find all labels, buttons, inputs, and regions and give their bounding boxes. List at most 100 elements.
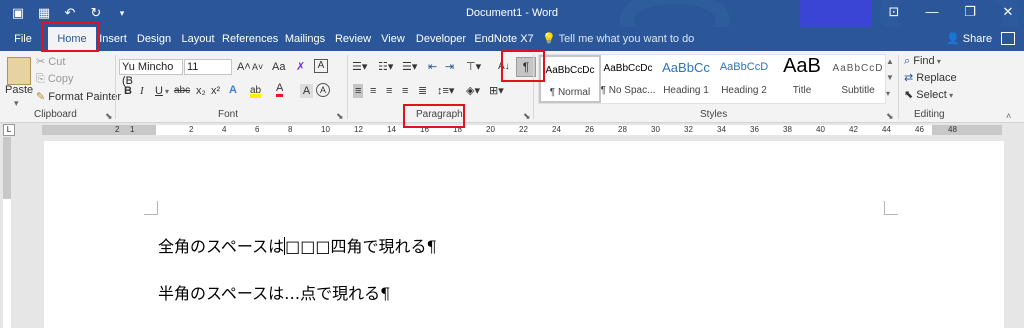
distributed-icon[interactable]: ≣ bbox=[418, 84, 427, 98]
clipboard-group-label: Clipboard bbox=[34, 109, 77, 120]
style-normal[interactable]: AaBbCcDc ¶ Normal bbox=[539, 55, 601, 103]
align-left-icon[interactable]: ≡ bbox=[353, 84, 364, 98]
ruler-right-margin bbox=[932, 125, 1002, 135]
character-shading-icon[interactable]: A bbox=[300, 84, 313, 98]
font-name-dropdown[interactable]: Yu Mincho (B bbox=[119, 59, 183, 87]
clear-formatting-icon[interactable]: ✗ bbox=[296, 60, 305, 74]
change-case-button[interactable]: Aa bbox=[272, 60, 285, 74]
style-subtitle[interactable]: AaBbCcD Subtitle bbox=[827, 55, 889, 103]
borders-icon[interactable]: ⊞▾ bbox=[489, 84, 504, 98]
justify-icon[interactable]: ≡ bbox=[402, 84, 408, 98]
restore-icon[interactable]: ❐ bbox=[962, 4, 978, 20]
paste-icon[interactable] bbox=[7, 57, 31, 85]
tell-me-search[interactable]: 💡 Tell me what you want to do bbox=[542, 27, 694, 51]
cut-button[interactable]: ✂ Cut bbox=[36, 55, 65, 69]
tab-endnote[interactable]: EndNote X7 bbox=[474, 27, 534, 51]
shading-icon[interactable]: ◈▾ bbox=[466, 84, 480, 98]
style-name: ¶ No Spac... bbox=[600, 85, 656, 96]
ruler-track[interactable]: 2 1 2 4 6 8 10 12 14 16 18 20 22 24 26 28 30 32 34 36 38 40 42… bbox=[42, 125, 1002, 135]
style-heading-1[interactable]: AaBbCc Heading 1 bbox=[655, 55, 717, 103]
copy-icon: ⎘ bbox=[36, 73, 48, 85]
margin-corner-mark bbox=[144, 201, 158, 215]
font-size-dropdown[interactable]: 11 bbox=[184, 59, 232, 75]
clipboard-launcher-icon[interactable]: ⬊ bbox=[105, 111, 113, 122]
grow-font-icon[interactable]: A˄ bbox=[237, 60, 251, 74]
tab-references[interactable]: References bbox=[222, 27, 278, 51]
document-page[interactable]: 全角のスペースは□□□四角で現れる¶ 半角のスペースは…点で現れる¶ bbox=[44, 141, 1004, 328]
highlight-box-home-tab bbox=[41, 22, 99, 52]
style-name: Heading 1 bbox=[663, 85, 709, 96]
styles-scroll-down-icon[interactable]: ▼ bbox=[886, 71, 894, 85]
find-dropdown-icon: ▾ bbox=[934, 57, 941, 66]
ruler-number: 38 bbox=[783, 125, 792, 134]
line-spacing-icon[interactable]: ↕≡▾ bbox=[437, 84, 454, 98]
bold-button[interactable]: B bbox=[124, 84, 132, 98]
tab-mailings[interactable]: Mailings bbox=[282, 27, 328, 51]
text-border-icon[interactable]: A bbox=[314, 59, 328, 73]
ribbon-display-options-icon[interactable]: ⊡ bbox=[886, 4, 902, 20]
styles-more-icon[interactable]: ▾ bbox=[886, 87, 890, 101]
copy-button[interactable]: ⎘ Copy bbox=[36, 72, 74, 86]
collapse-ribbon-icon[interactable]: ˄ bbox=[1006, 109, 1011, 123]
ruler-number: 10 bbox=[321, 125, 330, 134]
style-sample: AaB bbox=[783, 55, 821, 77]
text-effects-icon[interactable]: A bbox=[229, 83, 237, 97]
style-title[interactable]: AaB Title bbox=[771, 55, 833, 103]
lightbulb-icon: 💡 bbox=[542, 33, 556, 45]
styles-launcher-icon[interactable]: ⬊ bbox=[886, 111, 894, 122]
numbering-icon[interactable]: ☷▾ bbox=[378, 60, 393, 74]
strikethrough-button[interactable]: abc bbox=[174, 84, 190, 98]
comments-icon[interactable] bbox=[1001, 32, 1015, 45]
ruler-number: 28 bbox=[618, 125, 627, 134]
select-button[interactable]: ⬉ Select ▾ bbox=[904, 88, 953, 103]
ruler-number: 6 bbox=[255, 125, 260, 134]
minimize-icon[interactable]: — bbox=[924, 4, 940, 20]
enclose-characters-icon[interactable]: A bbox=[316, 83, 330, 97]
font-launcher-icon[interactable]: ⬊ bbox=[336, 111, 344, 122]
style-heading-2[interactable]: AaBbCcD Heading 2 bbox=[713, 55, 775, 103]
find-label: Find bbox=[913, 55, 935, 67]
tab-file[interactable]: File bbox=[6, 27, 40, 51]
paste-button[interactable]: Paste bbox=[5, 83, 33, 97]
tab-design[interactable]: Design bbox=[134, 27, 174, 51]
ruler-number: 2 bbox=[115, 125, 120, 134]
paragraph-launcher-icon[interactable]: ⬊ bbox=[523, 111, 531, 122]
find-button[interactable]: ⌕ Find ▾ bbox=[904, 54, 941, 69]
tab-developer[interactable]: Developer bbox=[413, 27, 469, 51]
tab-view[interactable]: View bbox=[378, 27, 408, 51]
paste-dropdown-icon[interactable]: ▾ bbox=[14, 96, 19, 110]
subscript-button[interactable]: x₂ bbox=[196, 84, 206, 98]
ruler-number: 36 bbox=[750, 125, 759, 134]
underline-button[interactable]: U bbox=[155, 84, 163, 98]
format-painter-button[interactable]: ✎ Format Painter bbox=[36, 90, 121, 104]
increase-indent-icon[interactable]: ⇥ bbox=[445, 60, 454, 74]
align-right-icon[interactable]: ≡ bbox=[386, 84, 392, 98]
font-color-icon[interactable]: A bbox=[276, 83, 284, 97]
style-no-spacing[interactable]: AaBbCcDc ¶ No Spac... bbox=[597, 55, 659, 103]
tab-selector-button[interactable]: L bbox=[3, 124, 15, 136]
document-line-2[interactable]: 半角のスペースは…点で現れる¶ bbox=[158, 280, 390, 304]
asian-layout-icon[interactable]: ⊤▾ bbox=[466, 60, 481, 74]
close-icon[interactable]: ✕ bbox=[1000, 4, 1016, 20]
superscript-button[interactable]: x² bbox=[211, 84, 220, 98]
tab-insert[interactable]: Insert bbox=[96, 27, 130, 51]
underline-dropdown-icon[interactable]: ▾ bbox=[165, 85, 169, 99]
styles-scroll-up-icon[interactable]: ▲ bbox=[886, 55, 894, 69]
share-button[interactable]: 👤 Share bbox=[946, 27, 992, 51]
replace-button[interactable]: ⇄ Replace bbox=[904, 71, 957, 85]
italic-button[interactable]: I bbox=[140, 84, 144, 98]
highlight-icon[interactable]: ab bbox=[250, 84, 262, 98]
tab-layout[interactable]: Layout bbox=[178, 27, 218, 51]
group-divider bbox=[115, 55, 116, 119]
replace-icon: ⇄ bbox=[904, 72, 917, 84]
tab-review[interactable]: Review bbox=[333, 27, 373, 51]
style-name: ¶ Normal bbox=[549, 87, 591, 98]
bullets-icon[interactable]: ☰▾ bbox=[352, 60, 367, 74]
ruler-number: 14 bbox=[387, 125, 396, 134]
multilevel-list-icon[interactable]: ☰▾ bbox=[402, 60, 417, 74]
align-center-icon[interactable]: ≡ bbox=[370, 84, 376, 98]
shrink-font-icon[interactable]: A˅ bbox=[252, 60, 263, 74]
document-line-1[interactable]: 全角のスペースは□□□四角で現れる¶ bbox=[158, 233, 437, 257]
styles-gallery: AaBbCcDc ¶ Normal AaBbCcDc ¶ No Spac... … bbox=[538, 54, 886, 104]
decrease-indent-icon[interactable]: ⇤ bbox=[428, 60, 437, 74]
